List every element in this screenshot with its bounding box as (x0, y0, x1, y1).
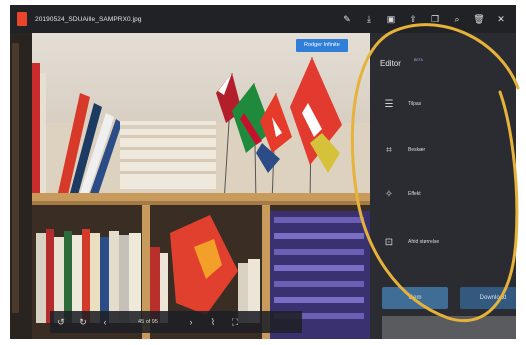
editor-item-effects[interactable]: ✧ Effekt (380, 183, 510, 205)
viewer-toolbar: ↺ ↻ ‹ 45 of 95 › ⌇ ⛶ (50, 311, 302, 333)
editor-panel: Editor BETA ☰ Tilpas ⌗ Beskær ✧ Effekt ⊡… (370, 33, 516, 339)
editor-item-adjust[interactable]: ☰ Tilpas (380, 93, 510, 115)
editor-bottom-bar (382, 316, 516, 339)
save-button[interactable]: Gem (382, 287, 448, 309)
editor-beta-badge: BETA (414, 58, 423, 62)
app-logo-icon (17, 12, 27, 26)
top-toolbar: ✎ ⤓ ▣ ⇪ ❐ ⌕ 🗑 ✕ (336, 5, 512, 33)
editor-item-label: Effekt (408, 191, 421, 197)
pen-icon[interactable]: ✎ (336, 5, 358, 33)
save-icon[interactable]: ▣ (380, 5, 402, 33)
image-counter: 45 of 95 (138, 319, 158, 325)
previous-icon[interactable]: ‹ (94, 311, 116, 333)
fullscreen-icon[interactable]: ⛶ (224, 311, 246, 333)
bookshelf-photo (10, 33, 370, 339)
editor-item-crop[interactable]: ⌗ Beskær (380, 139, 510, 161)
download-icon[interactable]: ⤓ (358, 5, 380, 33)
share-icon[interactable]: ⇪ (402, 5, 424, 33)
rotate-left-icon[interactable]: ↺ (50, 311, 72, 333)
rotate-right-icon[interactable]: ↻ (72, 311, 94, 333)
slideshow-icon[interactable]: ⌇ (202, 311, 224, 333)
copy-icon[interactable]: ❐ (424, 5, 446, 33)
search-icon[interactable]: ⌕ (446, 5, 468, 33)
editor-item-resize[interactable]: ⊡ Afrid størrelse (380, 231, 510, 253)
download-button[interactable]: Download (460, 287, 516, 309)
title-bar: 20190524_SDUAille_SAMPRX0.jpg ✎ ⤓ ▣ ⇪ ❐ … (10, 5, 516, 33)
editor-title: Editor (380, 59, 401, 68)
photo-badge[interactable]: Rodger Infinite (296, 39, 348, 52)
editor-item-label: Afrid størrelse (408, 239, 440, 245)
crop-icon: ⌗ (386, 144, 392, 156)
next-icon[interactable]: › (180, 311, 202, 333)
editor-item-label: Tilpas (408, 101, 422, 107)
sliders-icon: ☰ (384, 98, 394, 110)
magic-wand-icon: ✧ (384, 188, 394, 200)
resize-icon: ⊡ (384, 236, 394, 248)
delete-icon[interactable]: 🗑 (468, 5, 490, 33)
photo-canvas[interactable]: Rodger Infinite ↺ ↻ ‹ 45 of 95 › ⌇ ⛶ (10, 33, 370, 339)
editor-item-label: Beskær (408, 147, 426, 153)
photo-viewer-window: 20190524_SDUAille_SAMPRX0.jpg ✎ ⤓ ▣ ⇪ ❐ … (10, 5, 516, 339)
close-icon[interactable]: ✕ (490, 5, 512, 33)
file-name: 20190524_SDUAille_SAMPRX0.jpg (35, 15, 142, 23)
